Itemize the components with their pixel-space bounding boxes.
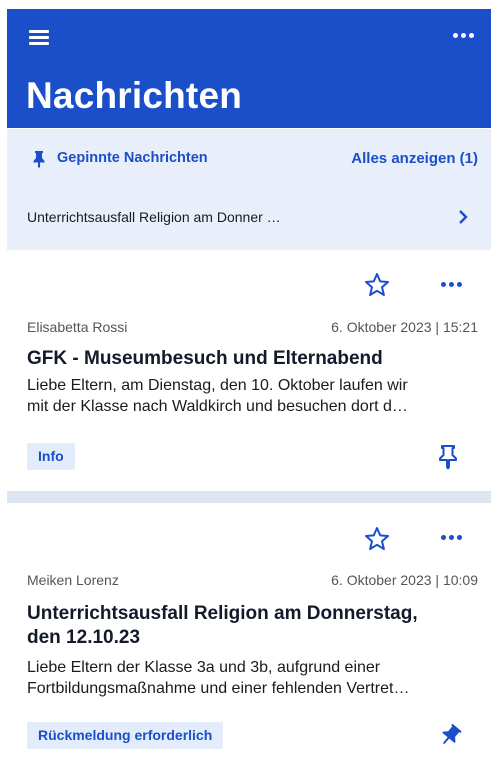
more-options-icon[interactable]: [453, 33, 477, 43]
message-preview: Liebe Eltern, am Dienstag, den 10. Oktob…: [27, 375, 487, 417]
message-card[interactable]: Elisabetta Rossi 6. Oktober 2023 | 15:21…: [7, 250, 491, 491]
more-options-icon[interactable]: [441, 282, 467, 292]
star-icon[interactable]: [364, 272, 390, 298]
show-all-link[interactable]: Alles anzeigen (1): [351, 150, 478, 167]
message-preview: Liebe Eltern der Klasse 3a und 3b, aufgr…: [27, 657, 487, 699]
pinned-message-item[interactable]: Unterrichtsausfall Religion am Donner …: [7, 195, 491, 235]
message-author: Meiken Lorenz: [27, 572, 119, 588]
message-preview-line: mit der Klasse nach Waldkirch und besuch…: [27, 398, 408, 415]
page-title: Nachrichten: [26, 75, 243, 116]
category-tag: Info: [27, 443, 75, 470]
message-preview-line: Fortbildungsmaßnahme und einer fehlenden…: [27, 680, 410, 697]
message-preview-line: Liebe Eltern, am Dienstag, den 10. Oktob…: [27, 377, 408, 394]
pinned-header: Gepinnte Nachrichten Alles anzeigen (1): [7, 129, 491, 189]
more-options-icon[interactable]: [441, 535, 467, 545]
pin-outline-icon[interactable]: [437, 444, 459, 470]
message-preview-line: Liebe Eltern der Klasse 3a und 3b, aufgr…: [27, 659, 381, 676]
pin-filled-icon[interactable]: [437, 723, 463, 749]
message-title[interactable]: Unterrichtsausfall Religion am Donnersta…: [27, 602, 477, 650]
message-card[interactable]: Meiken Lorenz 6. Oktober 2023 | 10:09 Un…: [7, 503, 491, 767]
pinned-messages-section: Gepinnte Nachrichten Alles anzeigen (1) …: [7, 129, 491, 250]
hamburger-menu-icon[interactable]: [29, 28, 53, 46]
pinned-message-title: Unterrichtsausfall Religion am Donner …: [27, 209, 281, 225]
message-author: Elisabetta Rossi: [27, 319, 128, 335]
message-date: 6. Oktober 2023 | 10:09: [331, 572, 478, 588]
category-tag: Rückmeldung erforderlich: [27, 722, 224, 749]
chevron-right-icon: [459, 210, 468, 224]
message-title-line: den 12.10.23: [27, 627, 141, 648]
star-icon[interactable]: [364, 526, 390, 552]
message-date: 6. Oktober 2023 | 15:21: [331, 319, 478, 335]
card-separator: [7, 491, 491, 503]
pin-icon: [33, 151, 45, 168]
message-title-line: Unterrichtsausfall Religion am Donnersta…: [27, 603, 418, 624]
app-bar: Nachrichten: [7, 9, 491, 128]
message-title[interactable]: GFK - Museumbesuch und Elternabend: [27, 347, 477, 371]
pinned-section-title: Gepinnte Nachrichten: [57, 150, 208, 166]
